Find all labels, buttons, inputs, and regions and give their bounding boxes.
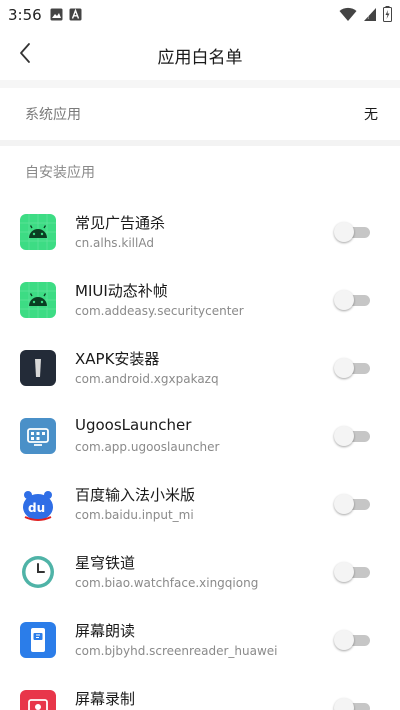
- app-package: cn.alhs.killAd: [75, 236, 154, 250]
- screen-record-icon: [20, 690, 56, 710]
- list-item: 屏幕录制: [0, 674, 400, 710]
- app-name: 屏幕朗读: [75, 622, 136, 640]
- list-item: du 百度输入法小米版 com.baidu.input_mi: [0, 470, 400, 538]
- app-name: UgoosLauncher: [75, 416, 192, 434]
- status-right-icons: !: [339, 6, 392, 26]
- app-header: 应用白名单: [0, 30, 400, 80]
- status-left-icons: [50, 6, 82, 25]
- launcher-icon: [20, 418, 56, 454]
- status-time: 3:56: [8, 6, 42, 24]
- back-button[interactable]: [10, 38, 40, 72]
- system-apps-row[interactable]: 系统应用 无: [0, 88, 400, 140]
- app-package: com.baidu.input_mi: [75, 508, 194, 522]
- wifi-icon: [339, 7, 357, 26]
- clock-icon: [20, 554, 56, 590]
- whitelist-toggle[interactable]: [334, 222, 370, 242]
- list-item: XAPK安装器 com.android.xgxpakazq: [0, 334, 400, 402]
- svg-text:!: !: [367, 14, 369, 21]
- status-bar: 3:56 !: [0, 0, 400, 30]
- page-title: 应用白名单: [157, 47, 243, 68]
- app-package: com.android.xgxpakazq: [75, 372, 219, 386]
- app-list: 常见广告通杀 cn.alhs.killAd MIUI动态补帧 com.addea…: [0, 198, 400, 710]
- whitelist-toggle[interactable]: [334, 494, 370, 514]
- android-icon: [20, 214, 56, 250]
- app-name: 百度输入法小米版: [75, 486, 196, 504]
- signal-icon: !: [363, 7, 377, 26]
- app-name: XAPK安装器: [75, 350, 160, 368]
- whitelist-toggle[interactable]: [334, 630, 370, 650]
- app-name: 星穹铁道: [75, 554, 136, 572]
- xapk-icon: [20, 350, 56, 386]
- app-name: 屏幕录制: [75, 690, 136, 708]
- a-badge-icon: [69, 6, 82, 25]
- whitelist-toggle[interactable]: [334, 562, 370, 582]
- list-item: 常见广告通杀 cn.alhs.killAd: [0, 198, 400, 266]
- android-icon: [20, 282, 56, 318]
- section-divider: [0, 140, 400, 146]
- whitelist-toggle[interactable]: [334, 698, 370, 710]
- baidu-input-icon: du: [20, 486, 56, 522]
- list-item: MIUI动态补帧 com.addeasy.securitycenter: [0, 266, 400, 334]
- installed-apps-section-title: 自安装应用: [25, 165, 95, 181]
- header-divider: [0, 80, 400, 88]
- list-item: 屏幕朗读 com.bjbyhd.screenreader_huawei: [0, 606, 400, 674]
- app-name: MIUI动态补帧: [75, 282, 168, 300]
- whitelist-toggle[interactable]: [334, 290, 370, 310]
- chevron-left-icon: [18, 42, 32, 68]
- image-icon: [50, 6, 63, 25]
- app-package: com.app.ugooslauncher: [75, 440, 220, 454]
- system-apps-value: 无: [364, 107, 378, 123]
- app-package: com.biao.watchface.xingqiong: [75, 576, 259, 590]
- list-item: UgoosLauncher com.app.ugooslauncher: [0, 402, 400, 470]
- app-name: 常见广告通杀: [75, 214, 166, 232]
- list-item: 星穹铁道 com.biao.watchface.xingqiong: [0, 538, 400, 606]
- app-package: com.bjbyhd.screenreader_huawei: [75, 644, 278, 658]
- svg-text:du: du: [28, 501, 45, 515]
- battery-icon: [383, 6, 392, 26]
- screen-reader-icon: [20, 622, 56, 658]
- whitelist-toggle[interactable]: [334, 426, 370, 446]
- whitelist-toggle[interactable]: [334, 358, 370, 378]
- app-package: com.addeasy.securitycenter: [75, 304, 244, 318]
- system-apps-label: 系统应用: [25, 107, 81, 123]
